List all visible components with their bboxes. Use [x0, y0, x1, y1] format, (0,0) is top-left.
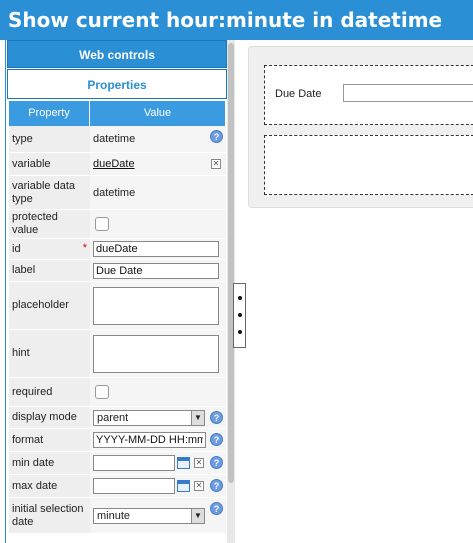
table-row: display mode parent ▼ ? — [9, 407, 226, 429]
header-property: Property — [9, 101, 90, 126]
required-marker: * — [82, 242, 87, 254]
row-label-display-mode: display mode — [9, 407, 90, 428]
table-row: type datetime ? — [9, 126, 226, 153]
required-checkbox[interactable] — [95, 385, 109, 399]
design-canvas: Due Date — [248, 46, 473, 208]
drag-dot-icon — [238, 313, 242, 317]
calendar-icon[interactable] — [177, 480, 190, 492]
help-icon[interactable]: ? — [210, 502, 223, 515]
tab-properties[interactable]: Properties — [7, 69, 227, 99]
dropdown-arrow-icon: ▼ — [191, 508, 204, 523]
datetime-control-preview[interactable]: Due Date — [264, 65, 473, 125]
help-icon[interactable]: ? — [210, 433, 223, 446]
placeholder-textarea[interactable] — [93, 286, 219, 325]
row-label-max-date: max date — [9, 475, 90, 497]
display-mode-select[interactable]: parent ▼ — [93, 409, 205, 426]
table-row: initial selection date minute ▼ ? — [9, 498, 226, 534]
row-label-type: type — [9, 126, 90, 152]
row-label-hint: hint — [9, 330, 90, 377]
due-date-label: Due Date — [275, 88, 322, 100]
properties-panel: Web controls Properties Property Value t… — [5, 40, 227, 543]
clear-icon[interactable]: ✕ — [194, 481, 204, 491]
row-label-min-date: min date — [9, 452, 90, 474]
initial-selection-date-select[interactable]: minute ▼ — [93, 507, 205, 524]
table-row: id * — [9, 239, 226, 260]
row-label-initial-selection-date: initial selection date — [9, 498, 90, 533]
row-label-label: label — [9, 260, 90, 281]
header-value: Value — [90, 101, 226, 126]
id-input[interactable] — [93, 241, 219, 257]
clear-icon[interactable]: ✕ — [211, 159, 221, 169]
min-date-input[interactable] — [93, 455, 175, 471]
table-row: protected value — [9, 210, 226, 239]
table-row: variable dueDate ✕ — [9, 153, 226, 176]
initial-selection-date-value: minute — [97, 509, 131, 522]
table-header: Property Value — [9, 101, 226, 126]
hint-textarea[interactable] — [93, 334, 219, 373]
protected-value-checkbox[interactable] — [95, 217, 109, 231]
type-value: datetime — [93, 133, 136, 145]
label-input[interactable] — [93, 262, 219, 279]
drag-dot-icon — [238, 330, 242, 334]
due-date-input-preview[interactable] — [343, 84, 473, 102]
calendar-icon[interactable] — [177, 457, 190, 469]
table-row: required — [9, 378, 226, 407]
table-row: placeholder — [9, 282, 226, 330]
row-label-format: format — [9, 429, 90, 451]
help-icon[interactable]: ? — [210, 479, 223, 492]
display-mode-value: parent — [97, 411, 129, 424]
clear-icon[interactable]: ✕ — [194, 458, 204, 468]
variable-link[interactable]: dueDate — [93, 158, 135, 170]
table-row: format ? — [9, 429, 226, 452]
help-icon[interactable]: ? — [210, 411, 223, 424]
format-input[interactable] — [93, 432, 206, 448]
table-row: label — [9, 260, 226, 282]
dropdown-arrow-icon: ▼ — [191, 410, 204, 425]
drag-dot-icon — [238, 296, 242, 300]
empty-drop-zone[interactable] — [264, 135, 473, 195]
table-row: max date ✕ ? — [9, 475, 226, 498]
help-icon[interactable]: ? — [210, 456, 223, 469]
table-row: min date ✕ ? — [9, 452, 226, 475]
page-title: Show current hour:minute in datetime — [0, 0, 473, 40]
variable-data-type-value: datetime — [93, 186, 136, 199]
panel-splitter-handle[interactable] — [233, 283, 246, 348]
row-label-protected-value: protected value — [9, 210, 90, 238]
help-icon[interactable]: ? — [210, 130, 223, 143]
table-row: variable data type datetime — [9, 176, 226, 210]
table-row: hint — [9, 330, 226, 378]
row-label-id: id — [12, 242, 21, 255]
max-date-input[interactable] — [93, 478, 175, 494]
web-controls-button[interactable]: Web controls — [7, 40, 227, 68]
row-label-variable-data-type: variable data type — [9, 176, 90, 209]
row-label-variable: variable — [9, 153, 90, 175]
scrollbar-thumb[interactable] — [228, 43, 234, 483]
properties-table: Property Value type datetime ? variable … — [9, 101, 226, 534]
row-label-required: required — [9, 378, 90, 406]
row-label-placeholder: placeholder — [9, 282, 90, 329]
